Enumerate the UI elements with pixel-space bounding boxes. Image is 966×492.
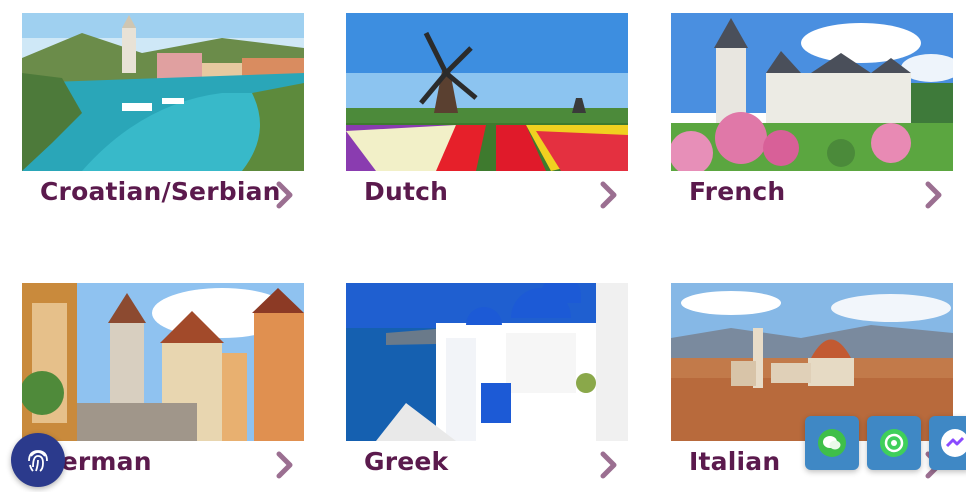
whatsapp-button[interactable] [867,416,921,470]
chevron-right-icon[interactable] [598,181,620,209]
language-label[interactable]: Greek [364,447,448,476]
france-chateau-photo[interactable] [671,13,953,171]
language-label[interactable]: Croatian/Serbian [40,177,281,206]
chevron-right-icon[interactable] [274,181,296,209]
germany-town-photo[interactable] [22,283,304,441]
wechat-icon [818,429,846,457]
language-card-croatian[interactable]: Croatian/Serbian [22,13,304,221]
language-card-french[interactable]: French [671,13,953,221]
language-label[interactable]: Italian [689,447,780,476]
chevron-right-icon[interactable] [274,451,296,479]
messenger-button[interactable] [929,416,966,470]
messenger-icon [941,429,966,457]
netherlands-windmill-photo[interactable] [346,13,628,171]
croatia-harbor-photo[interactable] [22,13,304,171]
language-label[interactable]: Dutch [364,177,448,206]
language-card-dutch[interactable]: Dutch [346,13,628,221]
fingerprint-icon [28,450,48,472]
chevron-right-icon[interactable] [923,181,945,209]
wechat-button[interactable] [805,416,859,470]
chevron-right-icon[interactable] [598,451,620,479]
whatsapp-icon [880,429,908,457]
language-card-greek[interactable]: Greek [346,283,628,491]
santorini-church-photo[interactable] [346,283,628,441]
language-label[interactable]: French [689,177,785,206]
fingerprint-button[interactable] [11,433,65,487]
